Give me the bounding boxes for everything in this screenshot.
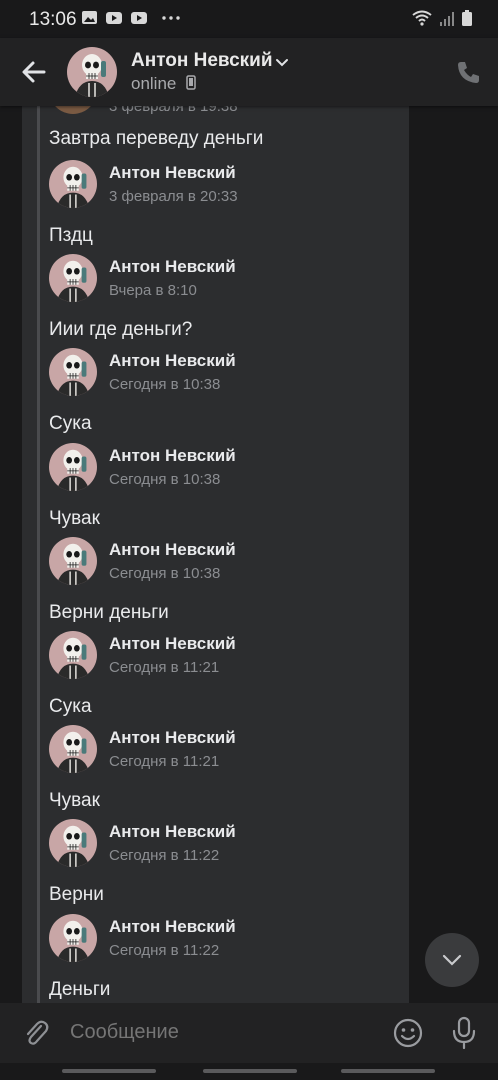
chat-header: Антон Невский online xyxy=(0,38,498,106)
avatar[interactable] xyxy=(49,725,97,774)
skull-avatar-icon xyxy=(49,348,97,397)
sender-name[interactable]: Антон Невский xyxy=(109,634,236,654)
mobile-phone-icon xyxy=(186,75,196,90)
message-header[interactable]: Антон Невский Сегодня в 10:38 xyxy=(49,348,389,398)
skull-avatar-icon xyxy=(49,160,97,208)
side-panel xyxy=(409,106,498,1003)
avatar[interactable] xyxy=(49,631,97,679)
avatar[interactable] xyxy=(49,819,97,868)
message-text: Верни xyxy=(49,884,104,906)
message-time: Вчера в 8:10 xyxy=(109,282,197,300)
gallery-icon xyxy=(82,11,97,24)
contact-status: online xyxy=(131,74,196,94)
emoji-icon[interactable] xyxy=(392,1017,424,1049)
microphone-icon[interactable] xyxy=(450,1016,478,1050)
avatar[interactable] xyxy=(67,47,117,97)
status-text: online xyxy=(131,74,177,93)
notification-icons xyxy=(82,11,180,24)
chevron-down-icon xyxy=(442,954,462,966)
skull-avatar-icon xyxy=(49,254,97,303)
skull-avatar-icon xyxy=(49,536,97,585)
composer xyxy=(0,1003,498,1063)
message-time: Сегодня в 11:21 xyxy=(109,659,220,676)
message-time: Сегодня в 11:22 xyxy=(109,847,220,865)
message-header[interactable]: Антон Невский Сегодня в 11:22 xyxy=(49,819,389,869)
sender-name[interactable]: Антон Невский xyxy=(109,540,236,560)
avatar[interactable] xyxy=(49,536,97,585)
message-time: Сегодня в 10:38 xyxy=(109,376,221,394)
message-text: Завтра переведу деньги xyxy=(49,128,264,149)
message-time: Сегодня в 11:22 xyxy=(109,941,220,959)
sender-name[interactable]: Антон Невский xyxy=(109,163,236,183)
message-text: Пздц xyxy=(49,225,93,246)
avatar[interactable] xyxy=(49,913,97,962)
paperclip-icon[interactable] xyxy=(21,1018,51,1048)
status-time: 13:06 xyxy=(29,9,77,30)
message-header[interactable]: Антон Невский Сегодня в 11:21 xyxy=(49,725,389,775)
message-text: Чувак xyxy=(49,507,100,529)
message-header[interactable]: Антон Невский Вчера в 8:10 xyxy=(49,254,389,304)
avatar[interactable] xyxy=(49,442,97,491)
avatar[interactable] xyxy=(49,160,97,208)
message-time: Сегодня в 11:21 xyxy=(109,753,220,771)
nav-back[interactable] xyxy=(341,1069,435,1073)
avatar xyxy=(49,106,97,114)
skull-avatar-icon xyxy=(49,819,97,868)
message-header[interactable]: Антон Невский Сегодня в 11:22 xyxy=(49,913,389,964)
sender-name[interactable]: Антон Невский xyxy=(109,351,236,371)
skull-avatar-icon xyxy=(49,631,97,679)
message-time: Сегодня в 10:38 xyxy=(109,564,221,582)
nav-recents[interactable] xyxy=(62,1069,156,1073)
system-nav-bar xyxy=(0,1063,498,1080)
chevron-down-icon[interactable] xyxy=(274,54,290,70)
message-text: Сука xyxy=(49,696,92,717)
back-arrow-icon[interactable] xyxy=(18,56,50,88)
skull-avatar-icon xyxy=(67,47,117,97)
scroll-down-button[interactable] xyxy=(425,933,479,987)
system-icons xyxy=(412,10,472,26)
skull-avatar-icon xyxy=(49,442,97,491)
thread-line xyxy=(37,106,40,1003)
message-time: 3 февраля в 19:38 xyxy=(109,106,238,115)
message-text: Сука xyxy=(49,413,92,435)
message-list[interactable]: 3 февраля в 19:38 Завтра переведу деньги… xyxy=(22,106,409,1003)
sender-name[interactable]: Антон Невский xyxy=(109,917,236,937)
status-bar: 13:06 xyxy=(0,0,498,38)
message-header[interactable]: Антон Невский Сегодня в 10:38 xyxy=(49,442,389,493)
message-time: Сегодня в 10:38 xyxy=(109,470,221,488)
message-header[interactable]: Антон Невский Сегодня в 11:21 xyxy=(49,631,389,681)
message-text: Иии где деньги? xyxy=(49,319,193,341)
sender-name[interactable]: Антон Невский xyxy=(109,822,236,842)
sender-name[interactable]: Антон Невский xyxy=(109,446,236,466)
message-text: Деньги xyxy=(49,978,111,1000)
skull-avatar-icon xyxy=(49,725,97,774)
avatar[interactable] xyxy=(49,348,97,397)
youtube-icon xyxy=(106,11,122,24)
message-text: Чувак xyxy=(49,790,100,812)
signal-icon xyxy=(440,11,454,26)
phone-icon[interactable] xyxy=(455,59,481,85)
more-dots-icon xyxy=(162,15,180,20)
message-input[interactable] xyxy=(70,1021,370,1044)
nav-home[interactable] xyxy=(203,1069,297,1073)
message-header[interactable]: Антон Невский Сегодня в 10:38 xyxy=(49,536,389,587)
sender-name[interactable]: Антон Невский xyxy=(109,257,236,277)
skull-avatar-icon xyxy=(49,913,97,962)
message-time: 3 февраля в 20:33 xyxy=(109,188,238,205)
battery-icon xyxy=(462,10,472,26)
message-header[interactable]: Антон Невский 3 февраля в 20:33 xyxy=(49,160,389,210)
message-text: Верни деньги xyxy=(49,601,169,623)
youtube-icon xyxy=(131,11,147,24)
wifi-icon xyxy=(412,10,432,26)
contact-name[interactable]: Антон Невский xyxy=(131,50,273,72)
avatar[interactable] xyxy=(49,254,97,303)
sender-name[interactable]: Антон Невский xyxy=(109,728,236,748)
